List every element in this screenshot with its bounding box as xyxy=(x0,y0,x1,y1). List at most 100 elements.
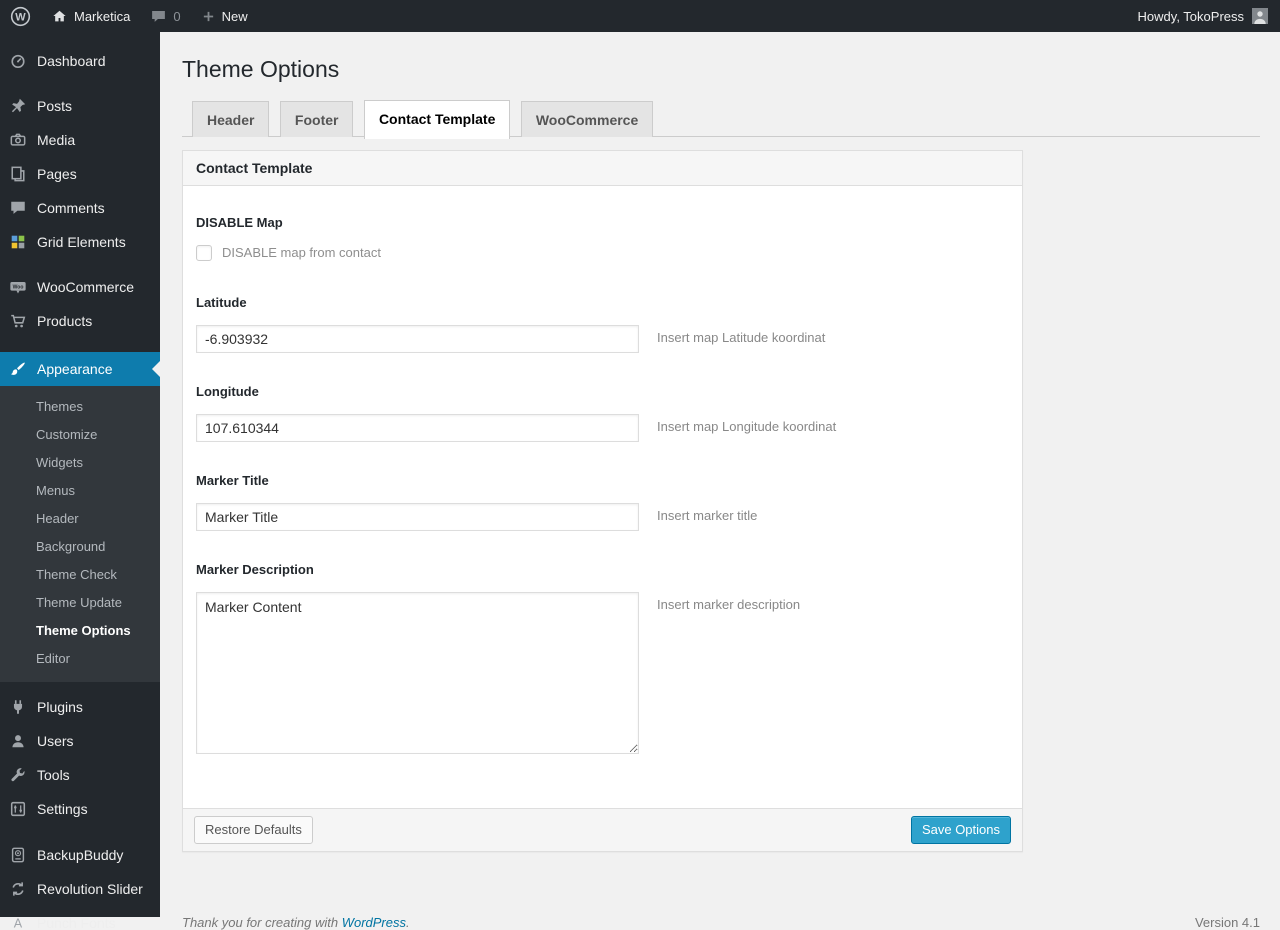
sidebar-item-label: Revolution Slider xyxy=(37,881,143,897)
panel-title: Contact Template xyxy=(183,151,1022,186)
disable-map-label: DISABLE Map xyxy=(196,215,1009,230)
sidebar-item-label: WooCommerce xyxy=(37,279,134,295)
sidebar-item-plugins[interactable]: Plugins xyxy=(0,690,160,724)
admin-sidebar: Dashboard Posts Media Pages Comments Gri… xyxy=(0,32,160,917)
submenu-item-header[interactable]: Header xyxy=(0,505,160,533)
longitude-input[interactable] xyxy=(196,414,639,442)
contact-template-panel: Contact Template DISABLE Map DISABLE map… xyxy=(182,150,1023,852)
sidebar-item-label: Dashboard xyxy=(37,53,106,69)
restore-defaults-button[interactable]: Restore Defaults xyxy=(194,816,313,844)
footer-thanks-text: Thank you for creating with xyxy=(182,915,342,930)
tab-bar: Header Footer Contact Template WooCommer… xyxy=(182,100,1260,137)
sidebar-item-label: Comments xyxy=(37,200,105,216)
field-longitude: Longitude Insert map Longitude koordinat xyxy=(196,384,1009,442)
marker-description-label: Marker Description xyxy=(196,562,1009,577)
plug-icon xyxy=(8,697,28,717)
sidebar-item-appearance[interactable]: Appearance xyxy=(0,352,160,386)
pushpin-icon xyxy=(8,96,28,116)
sidebar-item-woocommerce[interactable]: Woo WooCommerce xyxy=(0,270,160,304)
submenu-item-theme-options[interactable]: Theme Options xyxy=(0,617,160,645)
disable-map-checkbox[interactable] xyxy=(196,245,212,261)
user-icon xyxy=(8,731,28,751)
new-content-menu[interactable]: New xyxy=(191,0,258,32)
submenu-item-themes[interactable]: Themes xyxy=(0,393,160,421)
new-label: New xyxy=(222,9,248,24)
cart-icon xyxy=(8,311,28,331)
marker-description-hint: Insert marker description xyxy=(657,592,800,612)
sidebar-item-grid-elements[interactable]: Grid Elements xyxy=(0,225,160,259)
latitude-input[interactable] xyxy=(196,325,639,353)
tab-woocommerce[interactable]: WooCommerce xyxy=(521,101,653,137)
admin-bar-left: W Marketica 0 New xyxy=(0,0,258,32)
submenu-item-theme-update[interactable]: Theme Update xyxy=(0,589,160,617)
page-footer: Thank you for creating with WordPress. V… xyxy=(182,915,1260,930)
site-name-label: Marketica xyxy=(74,9,130,24)
disable-map-checkbox-label: DISABLE map from contact xyxy=(222,245,381,260)
svg-text:W: W xyxy=(15,11,26,23)
tab-header[interactable]: Header xyxy=(192,101,269,137)
avatar[interactable] xyxy=(1252,8,1268,24)
submenu-item-theme-check[interactable]: Theme Check xyxy=(0,561,160,589)
panel-body: DISABLE Map DISABLE map from contact Lat… xyxy=(183,186,1022,754)
marker-description-textarea[interactable]: Marker Content xyxy=(196,592,639,754)
svg-text:Woo: Woo xyxy=(13,284,24,290)
latitude-label: Latitude xyxy=(196,295,1009,310)
sidebar-item-posts[interactable]: Posts xyxy=(0,89,160,123)
marker-title-label: Marker Title xyxy=(196,473,1009,488)
sidebar-item-tools[interactable]: Tools xyxy=(0,758,160,792)
grid-elements-icon xyxy=(8,232,28,252)
comment-count: 0 xyxy=(173,9,180,24)
sidebar-item-label: Media xyxy=(37,132,75,148)
wrench-icon xyxy=(8,765,28,785)
sidebar-item-label: Appearance xyxy=(37,361,113,377)
sidebar-item-media[interactable]: Media xyxy=(0,123,160,157)
settings-sliders-icon xyxy=(8,799,28,819)
sidebar-item-users[interactable]: Users xyxy=(0,724,160,758)
sidebar-item-label: Grid Elements xyxy=(37,234,126,250)
sidebar-item-label: Posts xyxy=(37,98,72,114)
wp-logo-menu[interactable]: W xyxy=(0,0,41,32)
tab-contact-template[interactable]: Contact Template xyxy=(364,100,510,139)
sidebar-item-dashboard[interactable]: Dashboard xyxy=(0,44,160,78)
comments-menu[interactable]: 0 xyxy=(140,0,190,32)
field-latitude: Latitude Insert map Latitude koordinat xyxy=(196,295,1009,353)
paintbrush-icon xyxy=(8,359,28,379)
pages-icon xyxy=(8,164,28,184)
wordpress-logo-icon: W xyxy=(10,6,31,27)
sidebar-item-pages[interactable]: Pages xyxy=(0,157,160,191)
submenu-item-editor[interactable]: Editor xyxy=(0,645,160,673)
sidebar-item-settings[interactable]: Settings xyxy=(0,792,160,826)
sidebar-item-label: Tools xyxy=(37,767,70,783)
field-disable-map: DISABLE Map DISABLE map from contact xyxy=(196,215,1009,261)
howdy-account-menu[interactable]: Howdy, TokoPress xyxy=(1138,9,1244,24)
marker-title-input[interactable] xyxy=(196,503,639,531)
submenu-item-background[interactable]: Background xyxy=(0,533,160,561)
save-options-button[interactable]: Save Options xyxy=(911,816,1011,844)
sidebar-item-label: Plugins xyxy=(37,699,83,715)
site-name-menu[interactable]: Marketica xyxy=(41,0,140,32)
sidebar-item-products[interactable]: Products xyxy=(0,304,160,338)
tab-footer[interactable]: Footer xyxy=(280,101,354,137)
sidebar-item-backupbuddy[interactable]: BackupBuddy xyxy=(0,838,160,872)
page-title: Theme Options xyxy=(182,55,1260,84)
footer-thanks: Thank you for creating with WordPress. xyxy=(182,915,410,930)
field-marker-title: Marker Title Insert marker title xyxy=(196,473,1009,531)
sidebar-item-comments[interactable]: Comments xyxy=(0,191,160,225)
sidebar-item-revolution-slider[interactable]: Revolution Slider xyxy=(0,872,160,906)
submenu-item-menus[interactable]: Menus xyxy=(0,477,160,505)
plus-icon xyxy=(201,9,216,24)
admin-bar-right: Howdy, TokoPress xyxy=(1138,8,1280,24)
comment-bubble-icon xyxy=(8,198,28,218)
submenu-item-customize[interactable]: Customize xyxy=(0,421,160,449)
sidebar-item-label: Pages xyxy=(37,166,77,182)
main-content: Theme Options Header Footer Contact Temp… xyxy=(160,0,1280,930)
appearance-submenu: Themes Customize Widgets Menus Header Ba… xyxy=(0,386,160,682)
longitude-label: Longitude xyxy=(196,384,1009,399)
wordpress-link[interactable]: WordPress xyxy=(342,915,406,930)
comment-bubble-icon xyxy=(150,8,167,25)
dashboard-icon xyxy=(8,51,28,71)
sidebar-item-label: Settings xyxy=(37,801,88,817)
sidebar-item-label: Users xyxy=(37,733,74,749)
panel-footer: Restore Defaults Save Options xyxy=(183,808,1022,851)
submenu-item-widgets[interactable]: Widgets xyxy=(0,449,160,477)
